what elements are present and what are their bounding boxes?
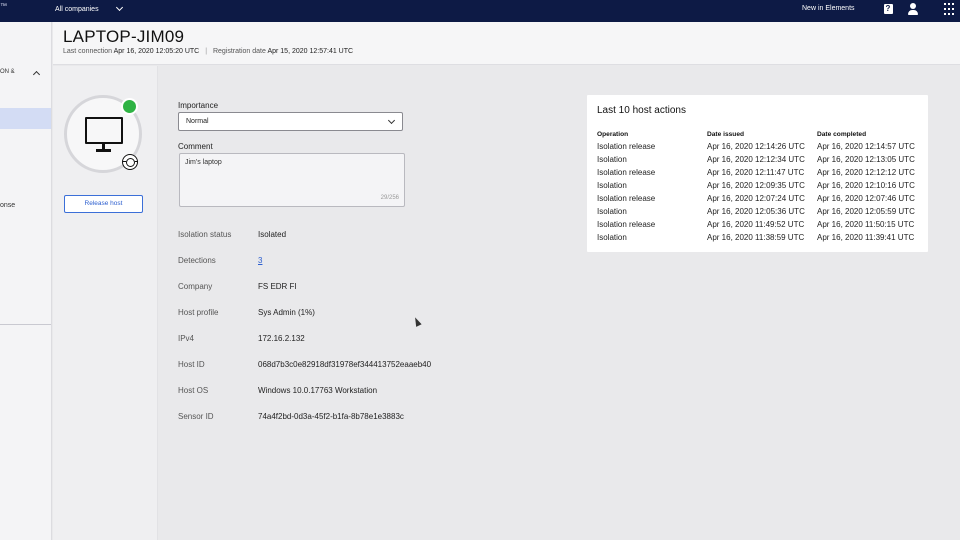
release-host-button[interactable]: Release host <box>64 195 143 213</box>
date-completed-cell: Apr 16, 2020 12:14:57 UTC <box>817 142 915 151</box>
detail-label: Host ID <box>178 360 205 369</box>
isolation-status-value: Isolated <box>258 230 287 239</box>
operation-cell: Isolation release <box>597 194 656 203</box>
date-issued-cell: Apr 16, 2020 12:14:26 UTC <box>707 142 805 151</box>
date-issued-cell: Apr 16, 2020 12:07:24 UTC <box>707 194 805 203</box>
host-header: LAPTOP-JIM09 Last connection Apr 16, 202… <box>53 22 960 65</box>
host-actions-title: Last 10 host actions <box>597 105 686 116</box>
operation-cell: Isolation <box>597 233 627 242</box>
detections-link[interactable]: 3 <box>258 256 262 265</box>
detail-label: Host profile <box>178 308 219 317</box>
last-connection-label: Last connection <box>63 48 113 55</box>
date-completed-cell: Apr 16, 2020 12:13:05 UTC <box>817 155 915 164</box>
column-header: Operation <box>597 131 629 138</box>
nav-group-label[interactable]: ON & <box>0 69 15 75</box>
page-title: LAPTOP-JIM09 <box>63 27 185 46</box>
comment-value: Jim's laptop <box>185 159 222 166</box>
date-completed-cell: Apr 16, 2020 12:10:16 UTC <box>817 181 915 190</box>
table-row: Isolation Apr 16, 2020 11:38:59 UTC Apr … <box>597 231 922 244</box>
company-select-label: All companies <box>55 5 99 13</box>
date-issued-cell: Apr 16, 2020 11:49:52 UTC <box>707 220 805 229</box>
column-header: Date issued <box>707 131 745 138</box>
table-row: Isolation Apr 16, 2020 12:09:35 UTC Apr … <box>597 179 922 192</box>
operation-cell: Isolation <box>597 181 627 190</box>
left-navigation: ON & onse <box>0 22 52 540</box>
host-meta: Last connection Apr 16, 2020 12:05:20 UT… <box>63 48 353 55</box>
column-header: Date completed <box>817 131 867 138</box>
date-completed-cell: Apr 16, 2020 12:05:59 UTC <box>817 207 915 216</box>
monitor-icon <box>84 117 124 155</box>
importance-select[interactable]: Normal <box>178 112 403 131</box>
operation-cell: Isolation release <box>597 220 656 229</box>
new-in-elements-link[interactable]: New in Elements <box>802 5 855 12</box>
comment-label: Comment <box>178 142 213 151</box>
online-status-icon <box>121 98 138 115</box>
table-row: Isolation release Apr 16, 2020 11:49:52 … <box>597 218 922 231</box>
company-select[interactable]: All companies <box>55 2 123 16</box>
operation-cell: Isolation release <box>597 168 656 177</box>
date-issued-cell: Apr 16, 2020 12:12:34 UTC <box>707 155 805 164</box>
detail-label: IPv4 <box>178 334 195 343</box>
last-connection-value: Apr 16, 2020 12:05:20 UTC <box>113 48 200 55</box>
table-header-row: Operation Date issued Date completed <box>597 129 922 140</box>
date-issued-cell: Apr 16, 2020 12:11:47 UTC <box>707 168 805 177</box>
detail-label: Isolation status <box>178 230 232 239</box>
date-issued-cell: Apr 16, 2020 12:09:35 UTC <box>707 181 805 190</box>
registration-label: Registration date <box>212 48 266 55</box>
apps-grid-icon[interactable] <box>942 2 956 16</box>
operation-cell: Isolation <box>597 155 627 164</box>
brand-fragment: ™ <box>0 3 7 10</box>
date-completed-cell: Apr 16, 2020 11:39:41 UTC <box>817 233 915 242</box>
date-completed-cell: Apr 16, 2020 11:50:15 UTC <box>817 220 915 229</box>
host-id-value: 068d7b3c0e82918df31978ef344413752eaaeb40 <box>258 360 432 369</box>
company-value: FS EDR FI <box>258 282 297 291</box>
date-completed-cell: Apr 16, 2020 12:07:46 UTC <box>817 194 915 203</box>
comment-counter: 29/256 <box>380 195 399 201</box>
detail-label: Host OS <box>178 386 209 395</box>
ipv4-value: 172.16.2.132 <box>258 334 305 343</box>
top-bar: ™ All companies New in Elements ? <box>0 0 960 22</box>
importance-label: Importance <box>178 101 219 110</box>
chevron-down-icon <box>387 116 396 125</box>
table-row: Isolation Apr 16, 2020 12:12:34 UTC Apr … <box>597 153 922 166</box>
help-icon[interactable]: ? <box>881 2 895 16</box>
isolation-icon <box>122 154 138 170</box>
user-icon[interactable] <box>906 2 920 16</box>
meta-separator: | <box>205 48 208 55</box>
registration-value: Apr 15, 2020 12:57:41 UTC <box>267 48 354 55</box>
host-actions-card: Last 10 host actions Operation Date issu… <box>587 95 928 252</box>
operation-cell: Isolation <box>597 207 627 216</box>
importance-value: Normal <box>186 118 209 125</box>
detail-label: Detections <box>178 256 216 265</box>
nav-item-active[interactable] <box>0 108 51 129</box>
host-os-value: Windows 10.0.17763 Workstation <box>258 386 378 395</box>
nav-item-response[interactable]: onse <box>0 202 15 209</box>
detail-label: Sensor ID <box>178 412 214 421</box>
host-actions-table: Operation Date issued Date completed Iso… <box>597 129 922 244</box>
host-profile-value: Sys Admin (1%) <box>258 308 315 317</box>
nav-divider <box>0 324 51 325</box>
date-issued-cell: Apr 16, 2020 11:38:59 UTC <box>707 233 805 242</box>
detail-label: Company <box>178 282 213 291</box>
comment-textarea[interactable]: Jim's laptop 29/256 <box>179 153 405 207</box>
date-completed-cell: Apr 16, 2020 12:12:12 UTC <box>817 168 915 177</box>
date-issued-cell: Apr 16, 2020 12:05:36 UTC <box>707 207 805 216</box>
chevron-up-icon[interactable] <box>32 70 41 79</box>
table-row: Isolation Apr 16, 2020 12:05:36 UTC Apr … <box>597 205 922 218</box>
chevron-down-icon <box>115 3 123 12</box>
sensor-id-value: 74a4f2bd-0d3a-45f2-b1fa-8b78e1e3883c <box>258 412 404 421</box>
operation-cell: Isolation release <box>597 142 656 151</box>
table-row: Isolation release Apr 16, 2020 12:11:47 … <box>597 166 922 179</box>
table-row: Isolation release Apr 16, 2020 12:07:24 … <box>597 192 922 205</box>
table-row: Isolation release Apr 16, 2020 12:14:26 … <box>597 140 922 153</box>
